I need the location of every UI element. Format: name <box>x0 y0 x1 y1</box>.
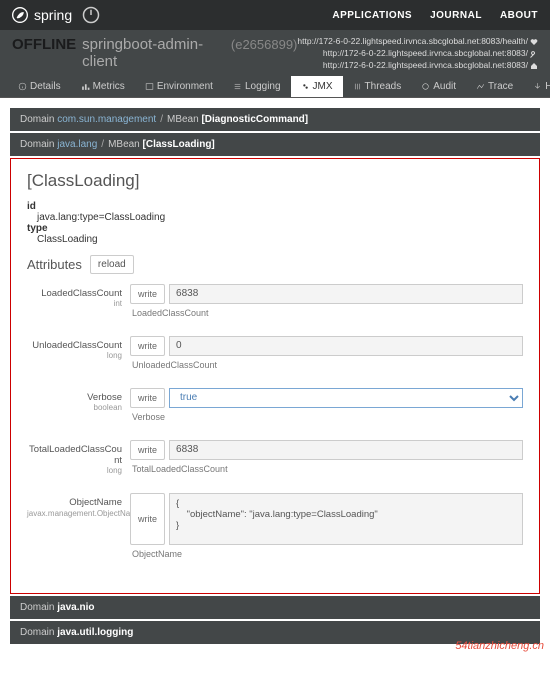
write-button[interactable]: write <box>130 440 165 460</box>
tab-metrics[interactable]: Metrics <box>71 76 135 97</box>
top-nav: APPLICATIONS JOURNAL ABOUT <box>332 10 538 21</box>
endpoint-urls: http://172-6-0-22.lightspeed.irvnca.sbcg… <box>297 36 538 72</box>
attr-loadedclasscount: LoadedClassCountint write LoadedClassCou… <box>27 284 523 318</box>
unloadedclasscount-input[interactable] <box>169 336 523 356</box>
accordion-java-nio[interactable]: Domain java.nio <box>10 596 540 619</box>
tab-logging[interactable]: Logging <box>223 76 291 97</box>
attributes-heading: Attributes <box>27 257 82 272</box>
type-value: ClassLoading <box>27 234 523 245</box>
subheader: OFFLINE springboot-admin-client (e265689… <box>0 30 550 76</box>
mbean-panel: [ClassLoading] id java.lang:type=ClassLo… <box>10 158 540 595</box>
tab-heapdump[interactable]: Heapdump <box>523 76 550 97</box>
id-value: java.lang:type=ClassLoading <box>27 212 523 223</box>
tab-jmx[interactable]: JMX <box>291 76 343 97</box>
tab-bar: Details Metrics Environment Logging JMX … <box>0 76 550 98</box>
nav-journal[interactable]: JOURNAL <box>430 10 482 21</box>
home-icon <box>530 62 538 70</box>
power-icon[interactable] <box>82 6 100 24</box>
tab-details[interactable]: Details <box>8 76 71 97</box>
brand-logo: spring <box>12 7 72 23</box>
wrench-icon <box>530 50 538 58</box>
app-id: (e2656899) <box>231 37 298 52</box>
tab-environment[interactable]: Environment <box>135 76 223 97</box>
mgmt-url[interactable]: http://172-6-0-22.lightspeed.irvnca.sbcg… <box>323 48 528 60</box>
write-button[interactable]: write <box>130 493 165 545</box>
spring-leaf-icon <box>12 7 28 23</box>
topbar: spring APPLICATIONS JOURNAL ABOUT <box>0 0 550 30</box>
health-url[interactable]: http://172-6-0-22.lightspeed.irvnca.sbcg… <box>297 36 528 48</box>
verbose-select[interactable]: true <box>169 388 523 408</box>
accordion-com-sun-management[interactable]: Domain com.sun.management/MBean [Diagnos… <box>10 108 540 131</box>
attr-objectname: ObjectNamejavax.management.ObjectName wr… <box>27 493 523 559</box>
accordion-java-lang[interactable]: Domain java.lang/MBean [ClassLoading] <box>10 133 540 156</box>
heart-icon <box>530 38 538 46</box>
write-button[interactable]: write <box>130 284 165 304</box>
totalloadedclasscount-input[interactable] <box>169 440 523 460</box>
attr-totalloadedclasscount: TotalLoadedClassCountlong write TotalLoa… <box>27 440 523 476</box>
status-badge: OFFLINE <box>12 36 76 53</box>
nav-about[interactable]: ABOUT <box>500 10 538 21</box>
loadedclasscount-input[interactable] <box>169 284 523 304</box>
attr-unloadedclasscount: UnloadedClassCountlong write UnloadedCla… <box>27 336 523 370</box>
brand-text: spring <box>34 7 72 23</box>
tab-threads[interactable]: Threads <box>343 76 412 97</box>
panel-title: [ClassLoading] <box>27 171 523 191</box>
write-button[interactable]: write <box>130 336 165 356</box>
attr-verbose: Verboseboolean write true Verbose <box>27 388 523 422</box>
nav-applications[interactable]: APPLICATIONS <box>332 10 412 21</box>
type-label: type <box>27 223 523 234</box>
accordion-java-util-logging[interactable]: Domain java.util.logging <box>10 621 540 644</box>
write-button[interactable]: write <box>130 388 165 408</box>
id-label: id <box>27 201 523 212</box>
service-url[interactable]: http://172-6-0-22.lightspeed.irvnca.sbcg… <box>323 60 528 72</box>
reload-button[interactable]: reload <box>90 255 134 274</box>
tab-trace[interactable]: Trace <box>466 76 523 97</box>
objectname-textarea[interactable]: { "objectName": "java.lang:type=ClassLoa… <box>169 493 523 545</box>
app-name: springboot-admin-client <box>82 36 225 70</box>
tab-audit[interactable]: Audit <box>411 76 466 97</box>
